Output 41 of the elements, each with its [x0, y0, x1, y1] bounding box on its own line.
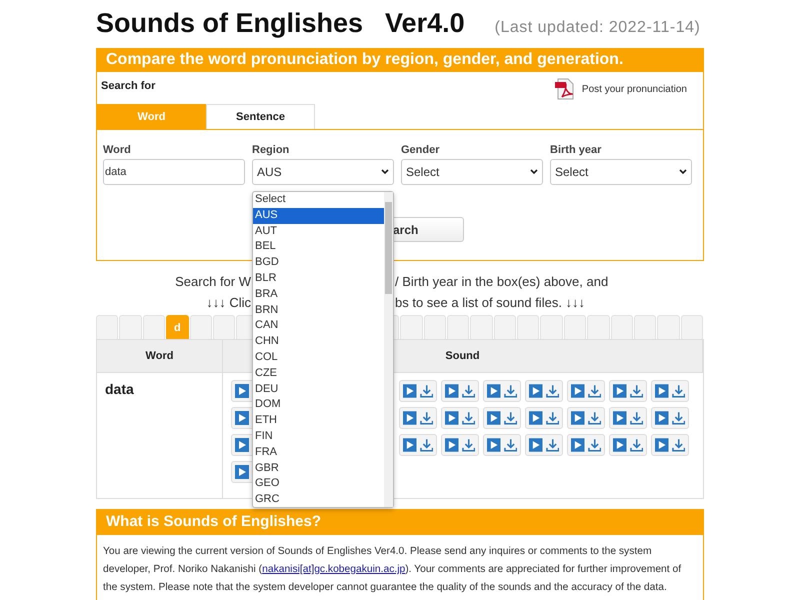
- about-paragraph: You are viewing the current version of Sounds of Englishes Ver4.0. Please send any inquires or comments to the system developer, Prof. Noriko Nakanishi (nakanisi[at]gc.kobegakuin.ac.jp). Your comments are appreciated for further improvement of the system. Please note that the system developer cannot guarantee the quality of the sounds and the accuracy of the data.: [102, 545, 682, 595]
- dropdown-option[interactable]: DOM: [253, 397, 384, 414]
- dropdown-option[interactable]: BLR: [253, 270, 384, 287]
- site-title: Sounds of Englishes: [96, 8, 364, 39]
- dropdown-option[interactable]: FRA: [253, 444, 384, 461]
- dropdown-option[interactable]: BGD: [253, 255, 384, 271]
- dropdown-option[interactable]: BEL: [253, 239, 384, 256]
- instruction-text: Search for W: [174, 273, 251, 291]
- word-cell: data: [97, 372, 223, 498]
- search-for-label: Search for: [101, 80, 156, 94]
- dropdown-option[interactable]: ETH: [253, 413, 384, 429]
- dropdown-option[interactable]: CAN: [253, 318, 384, 334]
- field-label: Gender: [401, 144, 441, 156]
- instruction-text: ↓↓↓ Clic: [205, 294, 251, 312]
- select-field[interactable]: Select: [550, 159, 692, 185]
- dropdown-option[interactable]: DEU: [253, 382, 384, 398]
- instruction-text: bs to see a list of sound files. ↓↓↓: [394, 294, 586, 312]
- field-label: Birth year: [550, 144, 602, 156]
- dropdown-option[interactable]: AUS: [253, 208, 384, 224]
- word-input[interactable]: data: [103, 159, 245, 185]
- panel-heading: Compare the word pronunciation by region, gender, and generation.: [97, 48, 703, 72]
- dropdown-option[interactable]: BRN: [253, 302, 384, 318]
- select-field[interactable]: AUS: [252, 159, 394, 185]
- field-label: Region: [252, 144, 290, 156]
- dropdown-option[interactable]: GEO: [253, 476, 384, 492]
- dropdown-option[interactable]: Select: [253, 192, 384, 208]
- post-pronunciation-link[interactable]: Post your pronunciation: [554, 78, 687, 100]
- last-updated-text: (Last updated: 2022-11-14): [494, 19, 700, 37]
- column-header: Word: [97, 340, 223, 372]
- search-tab[interactable]: Sentence: [206, 104, 315, 129]
- select-field[interactable]: Select: [401, 159, 543, 185]
- about-heading: What is Sounds of Englishes?: [97, 509, 703, 535]
- dropdown-option[interactable]: BRA: [253, 286, 384, 303]
- dropdown-option[interactable]: FIN: [253, 428, 384, 445]
- dropdown-option[interactable]: GBR: [253, 460, 384, 476]
- dropdown-option[interactable]: COL: [253, 350, 384, 366]
- field-label: Word: [103, 144, 132, 156]
- version-label: Ver4.0: [385, 8, 465, 39]
- email-link[interactable]: nakanisi[at]gc.kobegakuin.ac.jp: [262, 564, 406, 575]
- dropdown-option[interactable]: GRC: [253, 492, 384, 508]
- instruction-text: / Birth year in the box(es) above, and: [394, 273, 610, 291]
